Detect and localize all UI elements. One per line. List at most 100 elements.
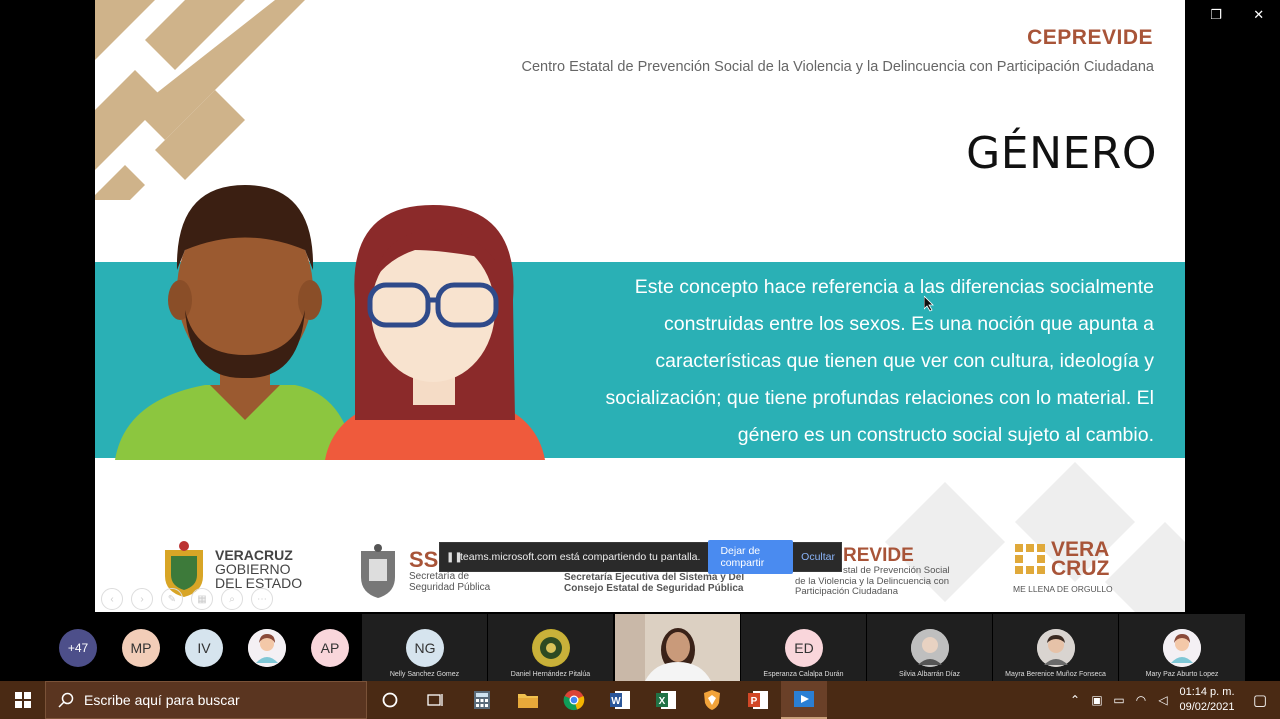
taskbar-search[interactable]: Escribe aquí para buscar <box>45 681 367 719</box>
close-button[interactable]: ✕ <box>1237 0 1280 30</box>
slide-navigation: ‹ › ✎ ▦ ⌕ ⋯ <box>101 588 273 610</box>
participant-name: Mayra Berenice Muñoz Fonseca <box>1005 671 1106 678</box>
search-placeholder: Escribe aquí para buscar <box>84 692 240 708</box>
chrome-icon <box>563 690 585 711</box>
participant-photo-avatar <box>1163 629 1201 667</box>
screen: CEPREVIDE Centro Estatal de Prevención S… <box>0 0 1280 719</box>
minimize-button[interactable]: — <box>1152 0 1195 30</box>
slideshow-icon <box>794 691 814 707</box>
logo-line: Participación Ciudadana <box>795 586 898 597</box>
logo-line: VERACRUZ <box>215 547 293 563</box>
ssp-shield-icon <box>361 544 395 598</box>
task-view-icon <box>427 694 443 706</box>
participant-avatar: ED <box>785 629 823 667</box>
slide-heading: GÉNERO <box>966 128 1157 179</box>
clock-time: 01:14 p. m. <box>1179 686 1235 698</box>
participants-strip: +47 MP IV AP NG Nelly Sanchez Gomez Dani… <box>0 614 1280 681</box>
powerpoint-app[interactable]: P <box>735 681 781 719</box>
logo-line: Consejo Estatal de Seguridad Pública <box>564 583 744 594</box>
excel-icon: X <box>656 691 676 709</box>
participant-tile[interactable]: Daniel Hernández Pitalúa <box>488 614 613 681</box>
avatar-illustration-icon <box>248 629 286 667</box>
svg-text:W: W <box>611 696 621 707</box>
more-participants-button[interactable]: +47 <box>59 629 97 667</box>
presentation-slide: CEPREVIDE Centro Estatal de Prevención S… <box>95 0 1185 612</box>
task-view-button[interactable] <box>413 681 459 719</box>
previous-slide-button[interactable]: ‹ <box>101 588 123 610</box>
participant-avatar: NG <box>406 629 444 667</box>
share-message: teams.microsoft.com está compartiendo tu… <box>460 551 701 563</box>
veracruz-word-2: CRUZ <box>1051 557 1110 580</box>
restore-button[interactable]: ❐ <box>1195 0 1238 30</box>
participant-video-tile[interactable] <box>615 614 740 681</box>
participant-logo-avatar <box>532 629 570 667</box>
powerpoint-icon: P <box>748 691 768 709</box>
definition-line: género es un constructo social sujeto al… <box>737 424 1154 446</box>
participant-tile[interactable]: Mayra Berenice Muñoz Fonseca <box>993 614 1118 681</box>
pen-tool-button[interactable]: ✎ <box>161 588 183 610</box>
participant-photo-avatar <box>1037 629 1075 667</box>
participant-avatar[interactable]: IV <box>185 629 223 667</box>
ornament-graphic <box>95 0 305 200</box>
brave-icon <box>704 690 720 710</box>
participant-tile[interactable]: ED Esperanza Calalpa Durán <box>741 614 866 681</box>
logo-line: Secretaría de <box>409 571 470 582</box>
more-options-button[interactable]: ⋯ <box>251 588 273 610</box>
svg-text:X: X <box>659 696 666 707</box>
taskbar: Escribe aquí para buscar W X P ⌃ ▣ ▭ ◠ ◁… <box>0 681 1280 719</box>
definition-line: Este concepto hace referencia a las dife… <box>634 276 1154 298</box>
svg-text:P: P <box>751 696 758 707</box>
participant-photo-avatar <box>911 629 949 667</box>
org-title: CEPREVIDE <box>1027 26 1153 49</box>
hide-bar-button[interactable]: Ocultar <box>801 551 835 563</box>
word-icon: W <box>610 691 630 709</box>
windows-logo-icon <box>14 692 31 708</box>
zoom-button[interactable]: ⌕ <box>221 588 243 610</box>
participant-name: Nelly Sanchez Gomez <box>389 671 460 678</box>
start-button[interactable] <box>0 681 45 719</box>
people-illustration <box>115 185 545 460</box>
veracruz-brand-logo: VERA CRUZ ME LLENA DE ORGULLO <box>1013 539 1113 594</box>
folder-icon <box>518 694 538 708</box>
drag-handle-icon[interactable]: ❚❚ <box>446 552 463 563</box>
definition-line: construidas entre los sexos. Es una noci… <box>664 313 1154 335</box>
participant-avatar[interactable]: AP <box>311 629 349 667</box>
show-hidden-icons-button[interactable]: ⌃ <box>1064 693 1086 707</box>
next-slide-button[interactable]: › <box>131 588 153 610</box>
participant-photo-avatar[interactable] <box>248 629 286 667</box>
clock-date: 09/02/2021 <box>1179 701 1235 713</box>
logo-line: Seguridad Pública <box>409 582 491 593</box>
definition-line: características que tienen que ver con c… <box>655 350 1154 372</box>
chrome-app[interactable] <box>551 681 597 719</box>
battery-icon[interactable]: ▭ <box>1108 693 1130 707</box>
participant-avatar[interactable]: MP <box>122 629 160 667</box>
participant-name: Daniel Hernández Pitalúa <box>510 671 591 678</box>
participant-name: Esperanza Calalpa Durán <box>763 671 844 678</box>
system-tray: ⌃ ▣ ▭ ◠ ◁ 01:14 p. m. 09/02/2021 ▢ <box>1064 681 1280 719</box>
stop-sharing-button[interactable]: Dejar de compartir <box>708 540 794 574</box>
notifications-icon[interactable]: ▢ <box>1240 691 1280 709</box>
search-icon <box>58 692 74 708</box>
participant-tile[interactable]: NG Nelly Sanchez Gomez <box>362 614 487 681</box>
participant-tile[interactable]: Mary Paz Aburto Lopez <box>1119 614 1245 681</box>
veracruz-pattern-icon <box>1015 544 1045 574</box>
word-app[interactable]: W <box>597 681 643 719</box>
logo-line: GOBIERNO <box>215 561 291 577</box>
org-subtitle: Centro Estatal de Prevención Social de l… <box>521 59 1154 75</box>
brave-app[interactable] <box>689 681 735 719</box>
volume-muted-icon[interactable]: ◁ <box>1152 693 1174 707</box>
wifi-icon[interactable]: ◠ <box>1130 693 1152 707</box>
file-explorer-app[interactable] <box>505 681 551 719</box>
person-photo-icon <box>911 629 949 667</box>
slides-grid-button[interactable]: ▦ <box>191 588 213 610</box>
participant-tile[interactable]: Silvia Albarrán Díaz <box>867 614 992 681</box>
window-controls: — ❐ ✕ <box>1152 0 1280 30</box>
cortana-button[interactable] <box>367 681 413 719</box>
meet-now-icon[interactable]: ▣ <box>1086 693 1108 707</box>
definition-line: socialización; que tiene profundas relac… <box>605 387 1154 409</box>
clock[interactable]: 01:14 p. m. 09/02/2021 <box>1174 685 1240 715</box>
excel-app[interactable]: X <box>643 681 689 719</box>
slideshow-app[interactable] <box>781 681 827 719</box>
screen-share-bar: ❚❚ teams.microsoft.com está compartiendo… <box>439 540 842 574</box>
calculator-app[interactable] <box>459 681 505 719</box>
